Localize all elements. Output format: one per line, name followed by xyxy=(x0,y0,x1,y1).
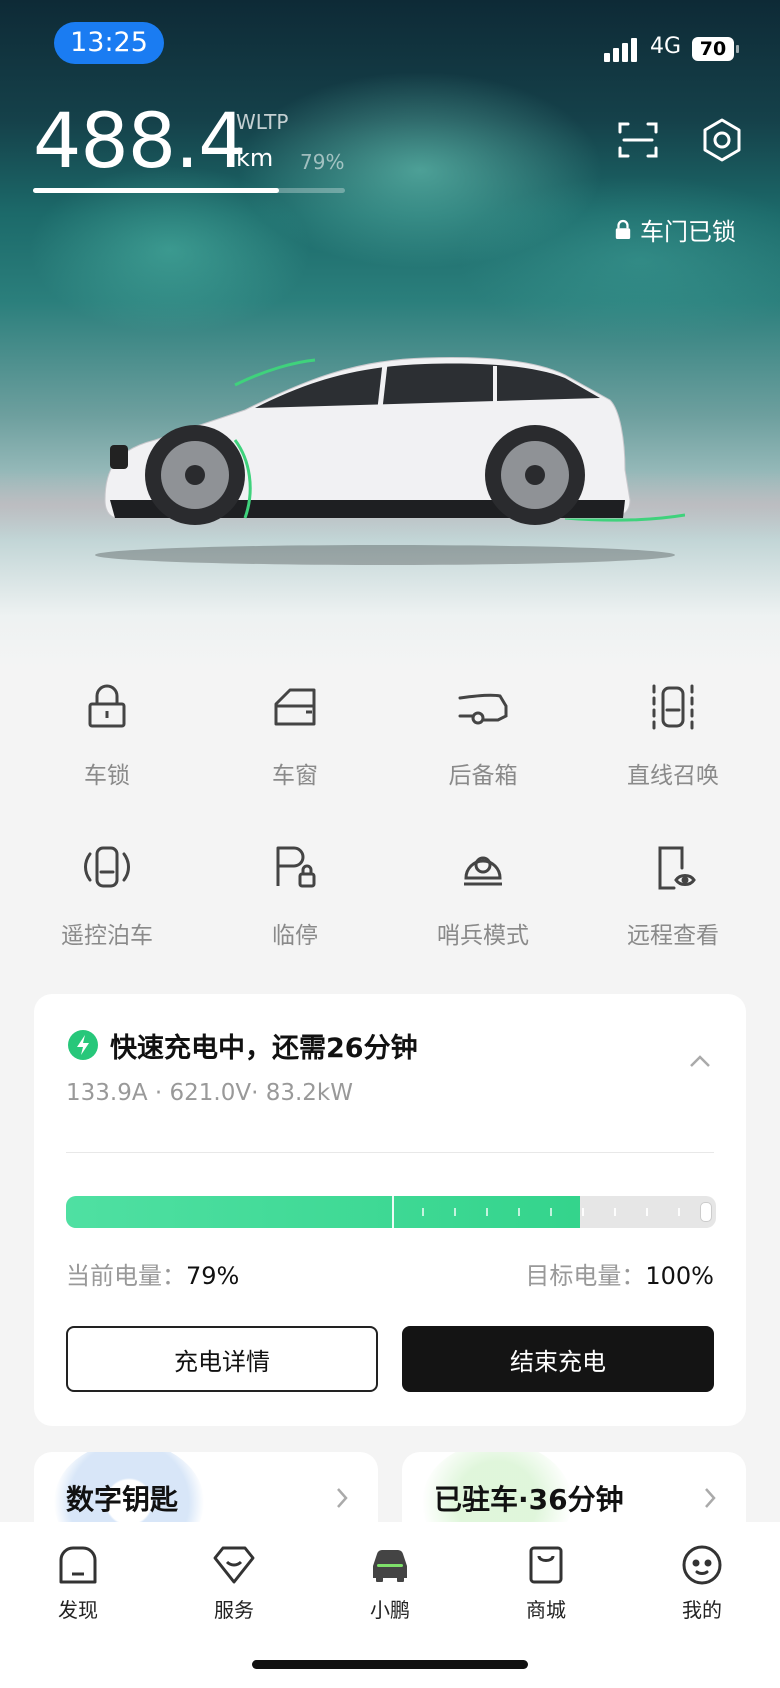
tab-xpeng[interactable]: 小鹏 xyxy=(330,1542,450,1623)
digital-key-title: 数字钥匙 xyxy=(66,1483,179,1516)
charge-start-marker xyxy=(392,1196,394,1228)
charge-progress-fill xyxy=(66,1196,580,1228)
remote-parking-icon xyxy=(84,846,130,888)
home-indicator xyxy=(252,1660,528,1669)
control-label: 车锁 xyxy=(84,763,130,789)
tab-label: 我的 xyxy=(682,1598,722,1622)
door-status: 车门已锁 xyxy=(614,212,736,247)
summon-icon xyxy=(652,684,694,730)
progress-tick xyxy=(550,1208,552,1216)
network-type: 4G xyxy=(650,34,682,59)
car-image xyxy=(95,357,685,565)
control-sentry[interactable]: 哨兵模式 xyxy=(398,840,568,970)
trunk-icon xyxy=(458,693,508,725)
control-temporary-parking[interactable]: 临停 xyxy=(210,840,380,970)
control-window[interactable]: 车窗 xyxy=(210,680,380,810)
current-level-value: 79% xyxy=(186,1262,240,1290)
charging-bolt-icon xyxy=(68,1030,98,1060)
lock-small-icon xyxy=(615,219,631,239)
card-divider xyxy=(66,1152,714,1153)
remote-view-icon xyxy=(658,846,696,890)
temporary-parking-icon xyxy=(276,846,316,888)
charge-progress-bar xyxy=(66,1196,716,1228)
stop-charging-button[interactable]: 结束充电 xyxy=(402,1326,714,1392)
charging-title: 快速充电中，还需26分钟 xyxy=(110,1033,418,1064)
control-label: 遥控泊车 xyxy=(61,923,153,949)
battery-indicator: 70 xyxy=(692,37,739,61)
shop-icon xyxy=(529,1546,563,1584)
progress-tick xyxy=(614,1208,616,1216)
tab-profile[interactable]: 我的 xyxy=(642,1542,762,1623)
service-icon xyxy=(213,1546,255,1584)
control-label: 临停 xyxy=(272,923,318,949)
vehicle-hero: 13:25 4G 70 488.4 WLTP km 79% 车门已锁 xyxy=(0,0,780,670)
control-remote-parking[interactable]: 遥控泊车 xyxy=(22,840,192,970)
charging-card: 快速充电中，还需26分钟 133.9A · 621.0V· 83.2kW 当前电… xyxy=(34,994,746,1426)
range-standard: WLTP xyxy=(236,110,289,134)
control-label: 哨兵模式 xyxy=(437,923,529,949)
charging-details-button[interactable]: 充电详情 xyxy=(66,1326,378,1392)
target-level: 目标电量：100% xyxy=(525,1262,714,1290)
scan-icon xyxy=(618,122,658,158)
tab-label: 小鹏 xyxy=(370,1598,410,1622)
progress-tick xyxy=(518,1208,520,1216)
control-summon[interactable]: 直线召唤 xyxy=(588,680,758,810)
control-label: 远程查看 xyxy=(627,923,719,949)
progress-tick xyxy=(486,1208,488,1216)
status-time: 13:25 xyxy=(54,22,164,64)
profile-icon xyxy=(682,1545,722,1585)
progress-tick xyxy=(646,1208,648,1216)
window-icon xyxy=(274,688,316,726)
tab-label: 商城 xyxy=(526,1598,566,1622)
car-icon xyxy=(373,1550,407,1582)
range-value: 488.4 xyxy=(33,96,247,185)
parked-title: 已驻车·36分钟 xyxy=(434,1483,624,1516)
current-level: 当前电量：79% xyxy=(66,1262,240,1290)
control-remote-view[interactable]: 远程查看 xyxy=(588,840,758,970)
progress-tick xyxy=(582,1208,584,1216)
range-bar xyxy=(33,188,345,193)
control-label: 直线召唤 xyxy=(627,763,719,789)
lock-icon xyxy=(88,684,126,728)
sentry-icon xyxy=(464,856,502,886)
parked-card[interactable]: 已驻车·36分钟 xyxy=(402,1452,746,1532)
control-label: 车窗 xyxy=(272,763,318,789)
settings-icon xyxy=(703,118,741,162)
scan-button[interactable] xyxy=(614,116,662,164)
tab-label: 发现 xyxy=(58,1598,98,1622)
chevron-up-icon xyxy=(690,1055,710,1067)
progress-tick xyxy=(678,1208,680,1216)
digital-key-card[interactable]: 数字钥匙 xyxy=(34,1452,378,1532)
charging-details: 133.9A · 621.0V· 83.2kW xyxy=(66,1080,353,1106)
range-unit: km xyxy=(236,144,274,172)
collapse-button[interactable] xyxy=(688,1050,712,1074)
range-bar-fill xyxy=(33,188,280,193)
tab-discover[interactable]: 发现 xyxy=(18,1542,138,1623)
chevron-right-icon xyxy=(705,1488,716,1508)
door-status-text: 车门已锁 xyxy=(640,218,736,246)
control-lock[interactable]: 车锁 xyxy=(22,680,192,810)
battery-percent: 79% xyxy=(300,150,345,174)
tab-label: 服务 xyxy=(214,1598,254,1622)
settings-button[interactable] xyxy=(698,116,746,164)
target-level-value: 100% xyxy=(645,1262,714,1290)
signal-icon xyxy=(604,36,640,62)
control-trunk[interactable]: 后备箱 xyxy=(398,680,568,810)
chevron-right-icon xyxy=(337,1488,348,1508)
target-handle[interactable] xyxy=(700,1202,712,1222)
progress-tick xyxy=(422,1208,424,1216)
discover-icon xyxy=(59,1546,97,1584)
tab-service[interactable]: 服务 xyxy=(174,1542,294,1623)
control-label: 后备箱 xyxy=(448,763,518,789)
progress-tick xyxy=(454,1208,456,1216)
tab-shop[interactable]: 商城 xyxy=(486,1542,606,1623)
